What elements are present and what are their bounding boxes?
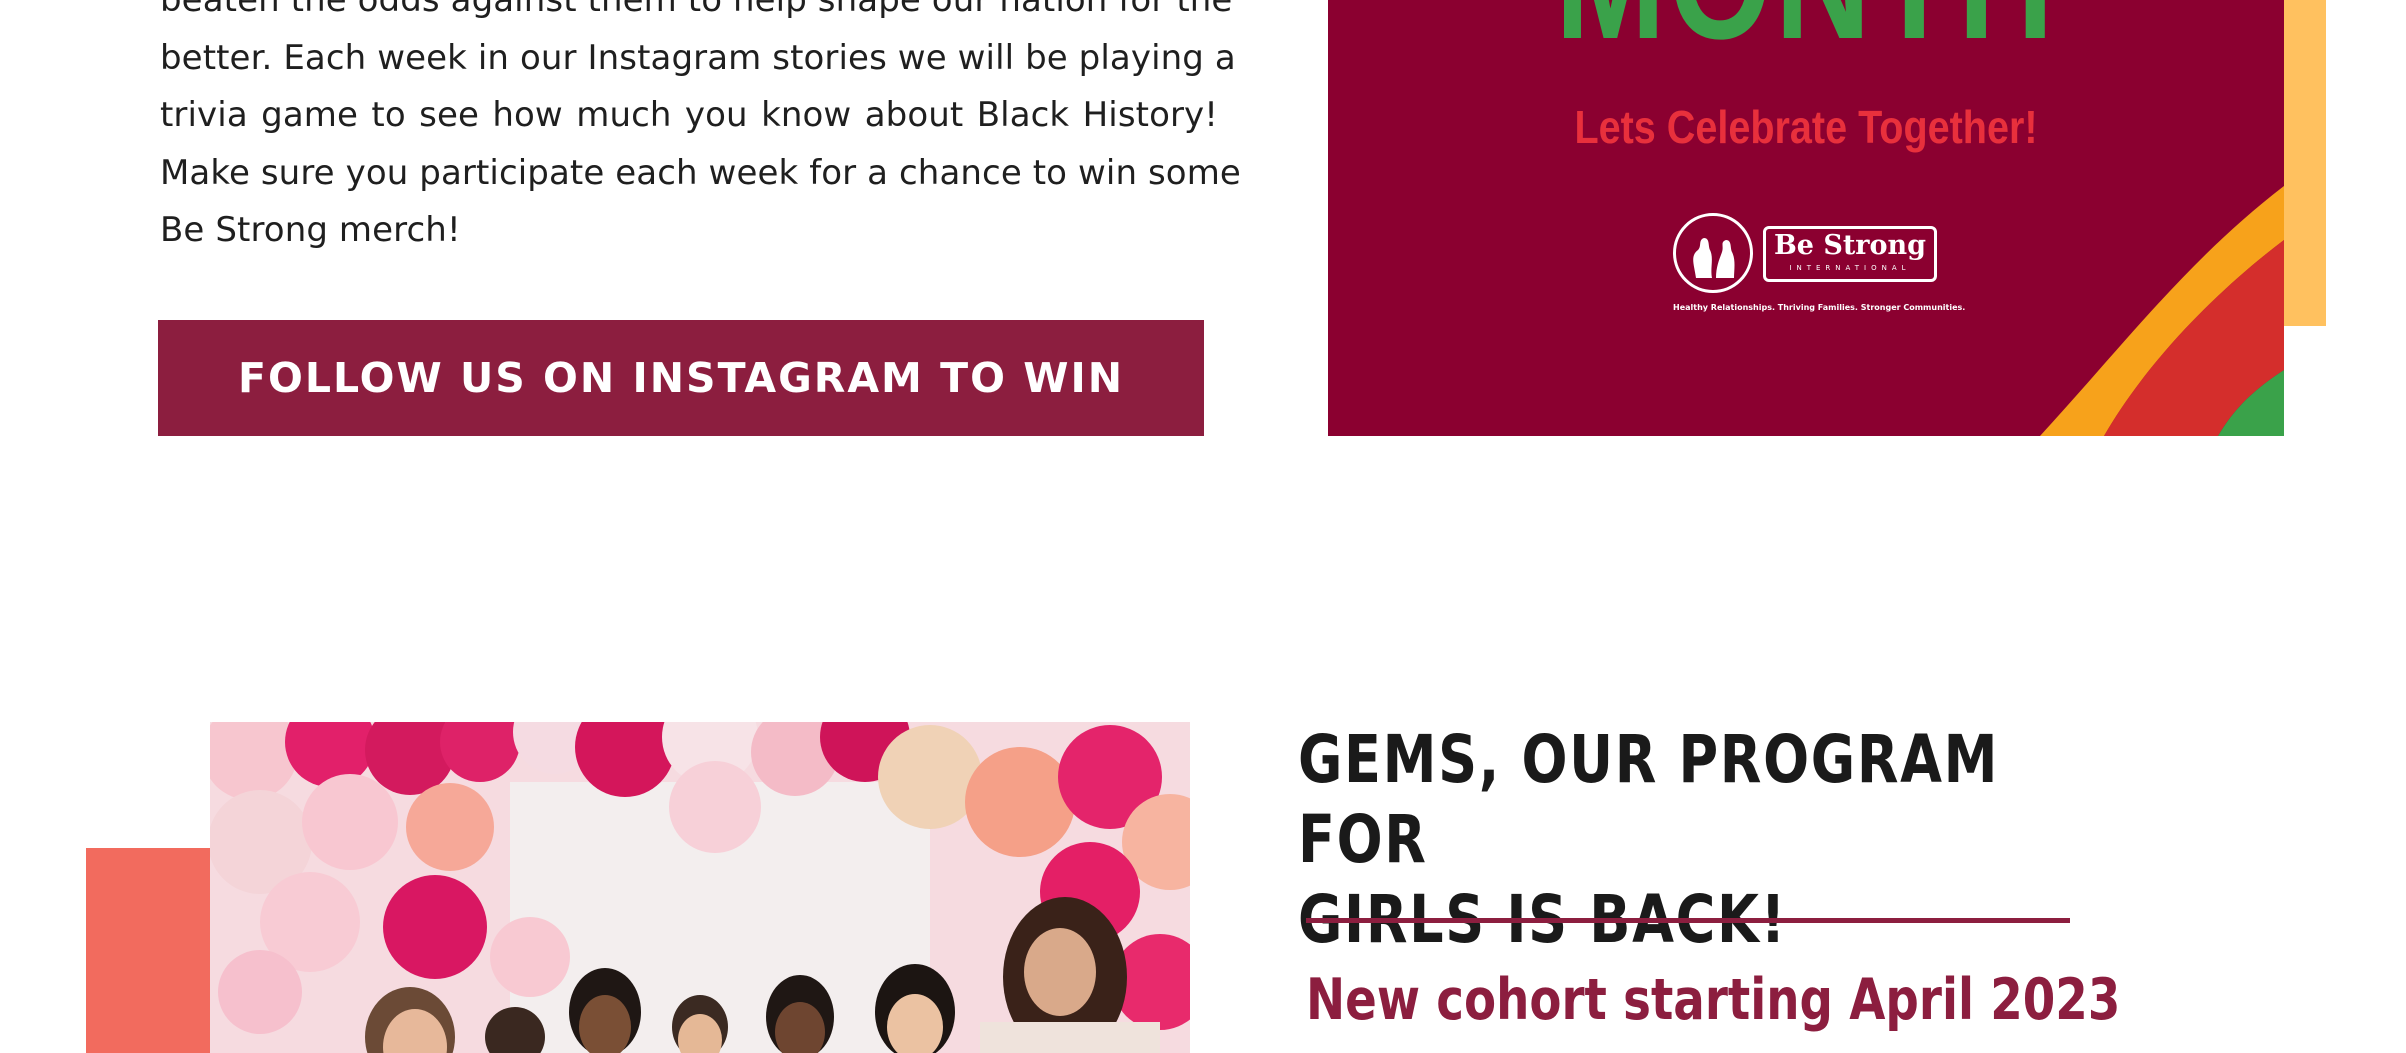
gems-title-line: GEMS, OUR PROGRAM FOR	[1298, 721, 2000, 878]
intro-line: trivia game to see how much you know abo…	[160, 95, 1218, 135]
decorative-accent-block	[86, 848, 210, 1053]
banner-accent	[2284, 0, 2326, 326]
gems-title: GEMS, OUR PROGRAM FOR GIRLS IS BACK!	[1298, 720, 2036, 960]
intro-line: beaten the odds against them to help sha…	[160, 0, 1233, 20]
intro-line: Make sure you participate each week for …	[160, 152, 1241, 193]
intro-paragraph: beaten the odds against them to help sha…	[160, 0, 1241, 260]
divider	[1306, 918, 2070, 923]
logo-motto: Healthy Relationships. Thriving Families…	[1673, 303, 1966, 312]
banner-headline: MONTH	[1433, 0, 2179, 65]
black-history-month-banner: MONTH Lets Celebrate Together! Be Strong…	[1328, 0, 2328, 436]
intro-line: Be Strong merch!	[160, 210, 461, 250]
banner-tagline: Lets Celebrate Together!	[1574, 101, 2038, 153]
logo-name: Be Strong	[1773, 230, 1927, 261]
logo-emblem-icon	[1673, 213, 1753, 293]
follow-instagram-button[interactable]: FOLLOW US ON INSTAGRAM TO WIN	[158, 320, 1204, 436]
be-strong-logo: Be Strong INTERNATIONAL Healthy Relation…	[1673, 213, 1966, 317]
banner-panel: MONTH Lets Celebrate Together! Be Strong…	[1328, 0, 2284, 436]
gems-subtitle: New cohort starting April 2023	[1306, 967, 2121, 1033]
intro-line: better. Each week in our Instagram stori…	[160, 37, 1236, 78]
gems-group-photo	[210, 722, 1190, 1053]
group-photo-balloons-icon	[210, 722, 1190, 1053]
logo-sub: INTERNATIONAL	[1789, 264, 1911, 272]
logo-wordmark: Be Strong INTERNATIONAL	[1763, 226, 1937, 282]
